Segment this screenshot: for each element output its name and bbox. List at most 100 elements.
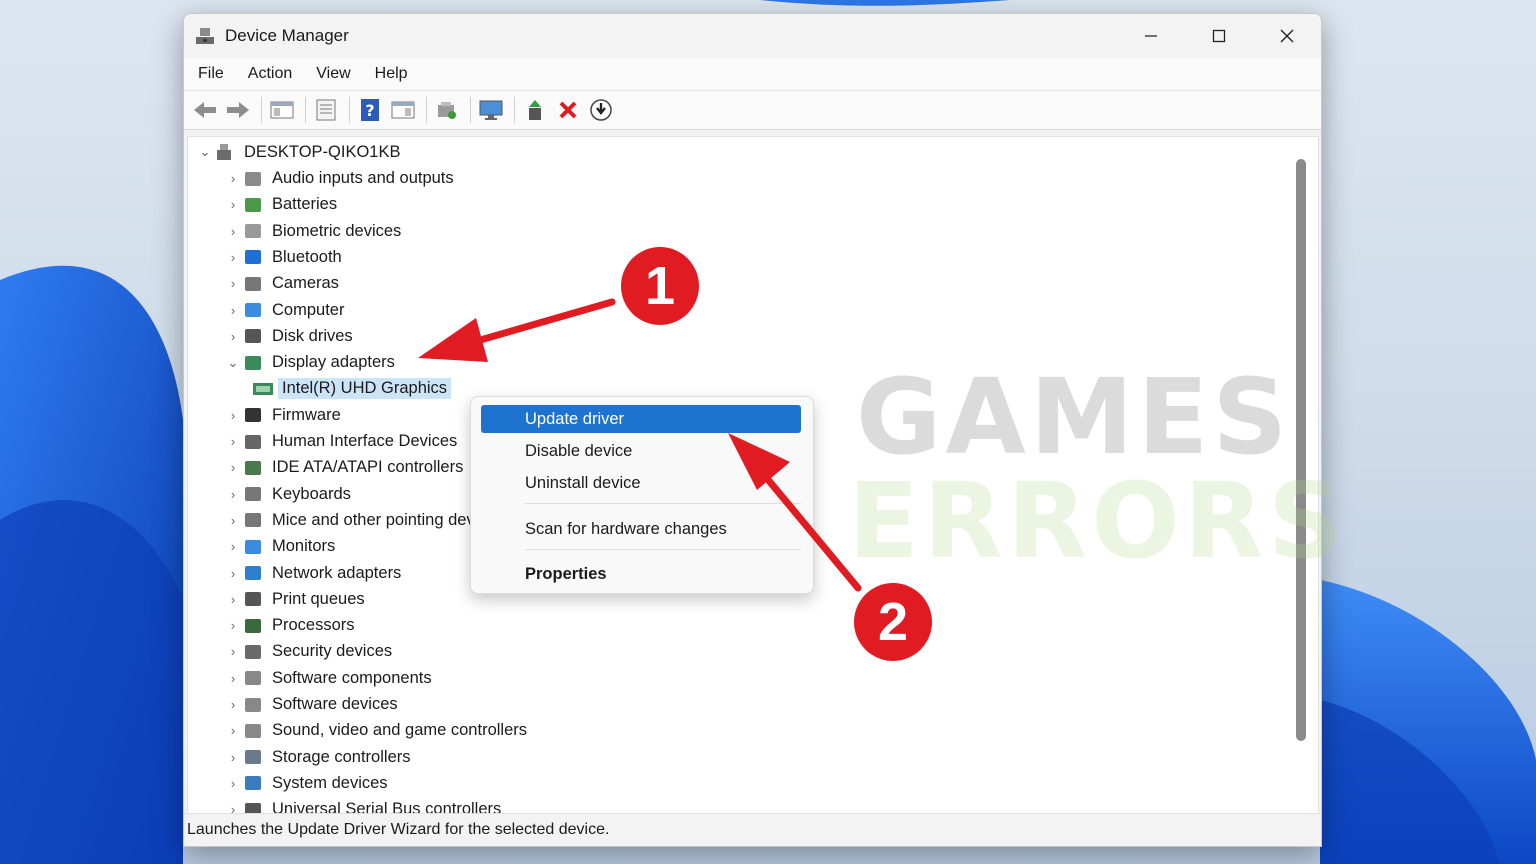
action-pane-icon — [391, 101, 415, 119]
tree-item-mice-and-other-pointing-devices[interactable]: › Mice and other pointing devices — [224, 507, 504, 533]
maximize-button[interactable] — [1185, 14, 1253, 58]
forward-button[interactable] — [223, 96, 253, 124]
tree-item-software-components[interactable]: › Software components — [224, 665, 432, 691]
tree-item-processors[interactable]: › Processors — [224, 613, 355, 639]
chevron-right-icon[interactable]: › — [224, 329, 242, 344]
scan-hardware-button[interactable] — [432, 96, 462, 124]
chevron-down-icon[interactable]: ⌄ — [196, 144, 214, 160]
update-driver-toolbar-button[interactable] — [520, 96, 550, 124]
mouse-icon — [242, 509, 264, 531]
menu-item-scan-hardware[interactable]: Scan for hardware changes — [481, 515, 801, 543]
svg-text:?: ? — [365, 101, 374, 120]
menu-action[interactable]: Action — [248, 65, 292, 83]
tree-root[interactable]: ⌄ DESKTOP-QIKO1KB — [196, 139, 401, 165]
download-toolbar-button[interactable] — [586, 96, 616, 124]
uninstall-toolbar-button[interactable] — [553, 96, 583, 124]
chevron-right-icon[interactable]: › — [224, 644, 242, 659]
show-hide-console-tree-button[interactable] — [267, 96, 297, 124]
back-button[interactable] — [190, 96, 220, 124]
chevron-right-icon[interactable]: › — [224, 197, 242, 212]
tree-item-display-adapters[interactable]: ⌄ Display adapters — [224, 350, 395, 376]
chevron-right-icon[interactable]: › — [224, 487, 242, 502]
forward-arrow-icon — [227, 102, 249, 118]
minimize-button[interactable] — [1117, 14, 1185, 58]
tree-item-label: Keyboards — [272, 484, 351, 503]
tree-item-label: Bluetooth — [272, 247, 342, 266]
software-device-icon — [242, 694, 264, 716]
chevron-right-icon[interactable]: › — [224, 566, 242, 581]
tree-item-audio-inputs-and-outputs[interactable]: › Audio inputs and outputs — [224, 166, 454, 192]
tree-item-intel-uhd-graphics[interactable]: Intel(R) UHD Graphics — [252, 376, 452, 402]
toolbar-separator — [426, 97, 427, 123]
security-icon — [242, 641, 264, 663]
tree-item-cameras[interactable]: › Cameras — [224, 271, 339, 297]
menu-item-disable-device[interactable]: Disable device — [481, 437, 801, 465]
menu-separator — [525, 549, 801, 550]
toolbar-separator — [470, 97, 471, 123]
menu-item-properties[interactable]: Properties — [481, 560, 801, 588]
tree-item-keyboards[interactable]: › Keyboards — [224, 481, 351, 507]
tree-item-disk-drives[interactable]: › Disk drives — [224, 323, 353, 349]
tree-item-label: Sound, video and game controllers — [272, 721, 527, 740]
tree-item-system-devices[interactable]: › System devices — [224, 770, 388, 796]
chevron-right-icon[interactable]: › — [224, 697, 242, 712]
tree-item-firmware[interactable]: › Firmware — [224, 402, 341, 428]
hid-icon — [242, 431, 264, 453]
menu-item-update-driver[interactable]: Update driver — [481, 405, 801, 433]
menu-bar: File Action View Help — [184, 58, 1321, 91]
tree-item-ide-ata-atapi-controllers[interactable]: › IDE ATA/ATAPI controllers — [224, 455, 464, 481]
menu-help[interactable]: Help — [375, 65, 408, 83]
chevron-right-icon[interactable]: › — [224, 539, 242, 554]
tree-item-storage-controllers[interactable]: › Storage controllers — [224, 744, 411, 770]
vertical-scrollbar[interactable] — [1296, 159, 1306, 741]
tree-item-batteries[interactable]: › Batteries — [224, 192, 337, 218]
chevron-right-icon[interactable]: › — [224, 171, 242, 186]
tree-item-computer[interactable]: › Computer — [224, 297, 345, 323]
chevron-right-icon[interactable]: › — [224, 408, 242, 423]
tree-item-human-interface-devices[interactable]: › Human Interface Devices — [224, 429, 457, 455]
tree-item-bluetooth[interactable]: › Bluetooth — [224, 244, 342, 270]
speaker-icon — [242, 168, 264, 190]
tree-item-monitors[interactable]: › Monitors — [224, 534, 335, 560]
menu-file[interactable]: File — [198, 65, 224, 83]
device-manager-app-icon — [194, 25, 216, 47]
chevron-right-icon[interactable]: › — [224, 434, 242, 449]
chevron-right-icon[interactable]: › — [224, 776, 242, 791]
title-bar[interactable]: Device Manager — [184, 14, 1321, 58]
chevron-right-icon[interactable]: › — [224, 592, 242, 607]
help-button[interactable]: ? — [355, 96, 385, 124]
action-pane-button[interactable] — [388, 96, 418, 124]
tree-item-software-devices[interactable]: › Software devices — [224, 692, 398, 718]
chevron-right-icon[interactable]: › — [224, 618, 242, 633]
tree-item-label: Print queues — [272, 589, 365, 608]
chevron-right-icon[interactable]: › — [224, 303, 242, 318]
tree-item-network-adapters[interactable]: › Network adapters — [224, 560, 401, 586]
chevron-right-icon[interactable]: › — [224, 671, 242, 686]
tree-item-biometric-devices[interactable]: › Biometric devices — [224, 218, 401, 244]
chevron-down-icon[interactable]: ⌄ — [224, 355, 242, 371]
tree-item-sound-video-and-game-controllers[interactable]: › Sound, video and game controllers — [224, 718, 527, 744]
chevron-right-icon[interactable]: › — [224, 224, 242, 239]
help-icon: ? — [361, 99, 379, 121]
monitor-button[interactable] — [476, 96, 506, 124]
menu-item-uninstall-device[interactable]: Uninstall device — [481, 469, 801, 497]
close-button[interactable] — [1253, 14, 1321, 58]
fingerprint-icon — [242, 220, 264, 242]
context-menu: Update driver Disable device Uninstall d… — [470, 396, 814, 594]
tree-item-universal-serial-bus-controllers[interactable]: › Universal Serial Bus controllers — [224, 797, 501, 813]
tree-item-label: Network adapters — [272, 563, 402, 582]
toolbar-separator — [514, 97, 515, 123]
chevron-right-icon[interactable]: › — [224, 513, 242, 528]
tree-item-label: Human Interface Devices — [272, 432, 458, 450]
tree-item-print-queues[interactable]: › Print queues — [224, 586, 365, 612]
chevron-right-icon[interactable]: › — [224, 250, 242, 265]
keyboard-icon — [242, 483, 264, 505]
tree-item-security-devices[interactable]: › Security devices — [224, 639, 392, 665]
properties-button[interactable] — [311, 96, 341, 124]
toolbar: ? — [184, 91, 1321, 130]
menu-view[interactable]: View — [316, 65, 350, 83]
chevron-right-icon[interactable]: › — [224, 723, 242, 738]
chevron-right-icon[interactable]: › — [224, 460, 242, 475]
chevron-right-icon[interactable]: › — [224, 750, 242, 765]
chevron-right-icon[interactable]: › — [224, 276, 242, 291]
